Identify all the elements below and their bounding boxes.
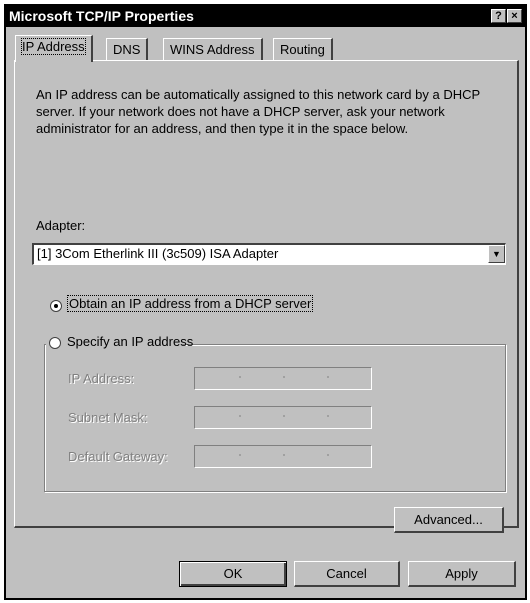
octet-separator — [283, 415, 285, 417]
adapter-label: Adapter: — [36, 218, 86, 233]
ip-address-field[interactable] — [194, 367, 372, 390]
specify-option: Specify an IP address — [46, 332, 193, 352]
tab-ip-address[interactable]: IP Address — [15, 35, 93, 62]
default-gateway-label: Default Gateway: — [68, 449, 168, 464]
dropdown-arrow-icon[interactable]: ▼ — [488, 245, 505, 263]
specify-radio-label[interactable]: Specify an IP address — [67, 334, 193, 349]
dhcp-radio-label[interactable]: Obtain an IP address from a DHCP server — [66, 295, 314, 312]
cancel-button[interactable]: Cancel — [294, 561, 400, 587]
octet-separator — [327, 376, 329, 378]
octet-separator — [283, 454, 285, 456]
advanced-button[interactable]: Advanced... — [394, 507, 504, 533]
specify-radio[interactable] — [49, 337, 61, 349]
title-bar: Microsoft TCP/IP Properties ? × — [6, 6, 525, 27]
octet-separator — [327, 454, 329, 456]
description-text: An IP address can be automatically assig… — [36, 87, 480, 136]
dhcp-radio[interactable] — [50, 300, 62, 312]
octet-separator — [239, 454, 241, 456]
tcpip-properties-dialog: Microsoft TCP/IP Properties ? × IP Addre… — [4, 4, 527, 600]
apply-button[interactable]: Apply — [408, 561, 516, 587]
tab-ip-address-label: IP Address — [21, 38, 86, 55]
octet-separator — [239, 376, 241, 378]
close-button[interactable]: × — [507, 9, 522, 23]
octet-separator — [327, 415, 329, 417]
tab-dns[interactable]: DNS — [106, 38, 149, 60]
subnet-mask-label: Subnet Mask: — [68, 410, 148, 425]
adapter-selected-value: [1] 3Com Etherlink III (3c509) ISA Adapt… — [37, 246, 279, 261]
ip-address-label: IP Address: — [68, 371, 135, 386]
tab-routing[interactable]: Routing — [273, 38, 333, 60]
default-gateway-field[interactable] — [194, 445, 372, 468]
tab-routing-label: Routing — [280, 42, 325, 57]
octet-separator — [283, 376, 285, 378]
tab-dns-label: DNS — [113, 42, 141, 57]
tab-wins-address[interactable]: WINS Address — [163, 38, 263, 60]
help-button[interactable]: ? — [491, 9, 506, 23]
subnet-mask-field[interactable] — [194, 406, 372, 429]
tab-wins-address-label: WINS Address — [170, 42, 255, 57]
ok-button[interactable]: OK — [179, 561, 287, 587]
window-title: Microsoft TCP/IP Properties — [9, 8, 194, 24]
octet-separator — [239, 415, 241, 417]
adapter-select[interactable]: [1] 3Com Etherlink III (3c509) ISA Adapt… — [32, 243, 506, 265]
